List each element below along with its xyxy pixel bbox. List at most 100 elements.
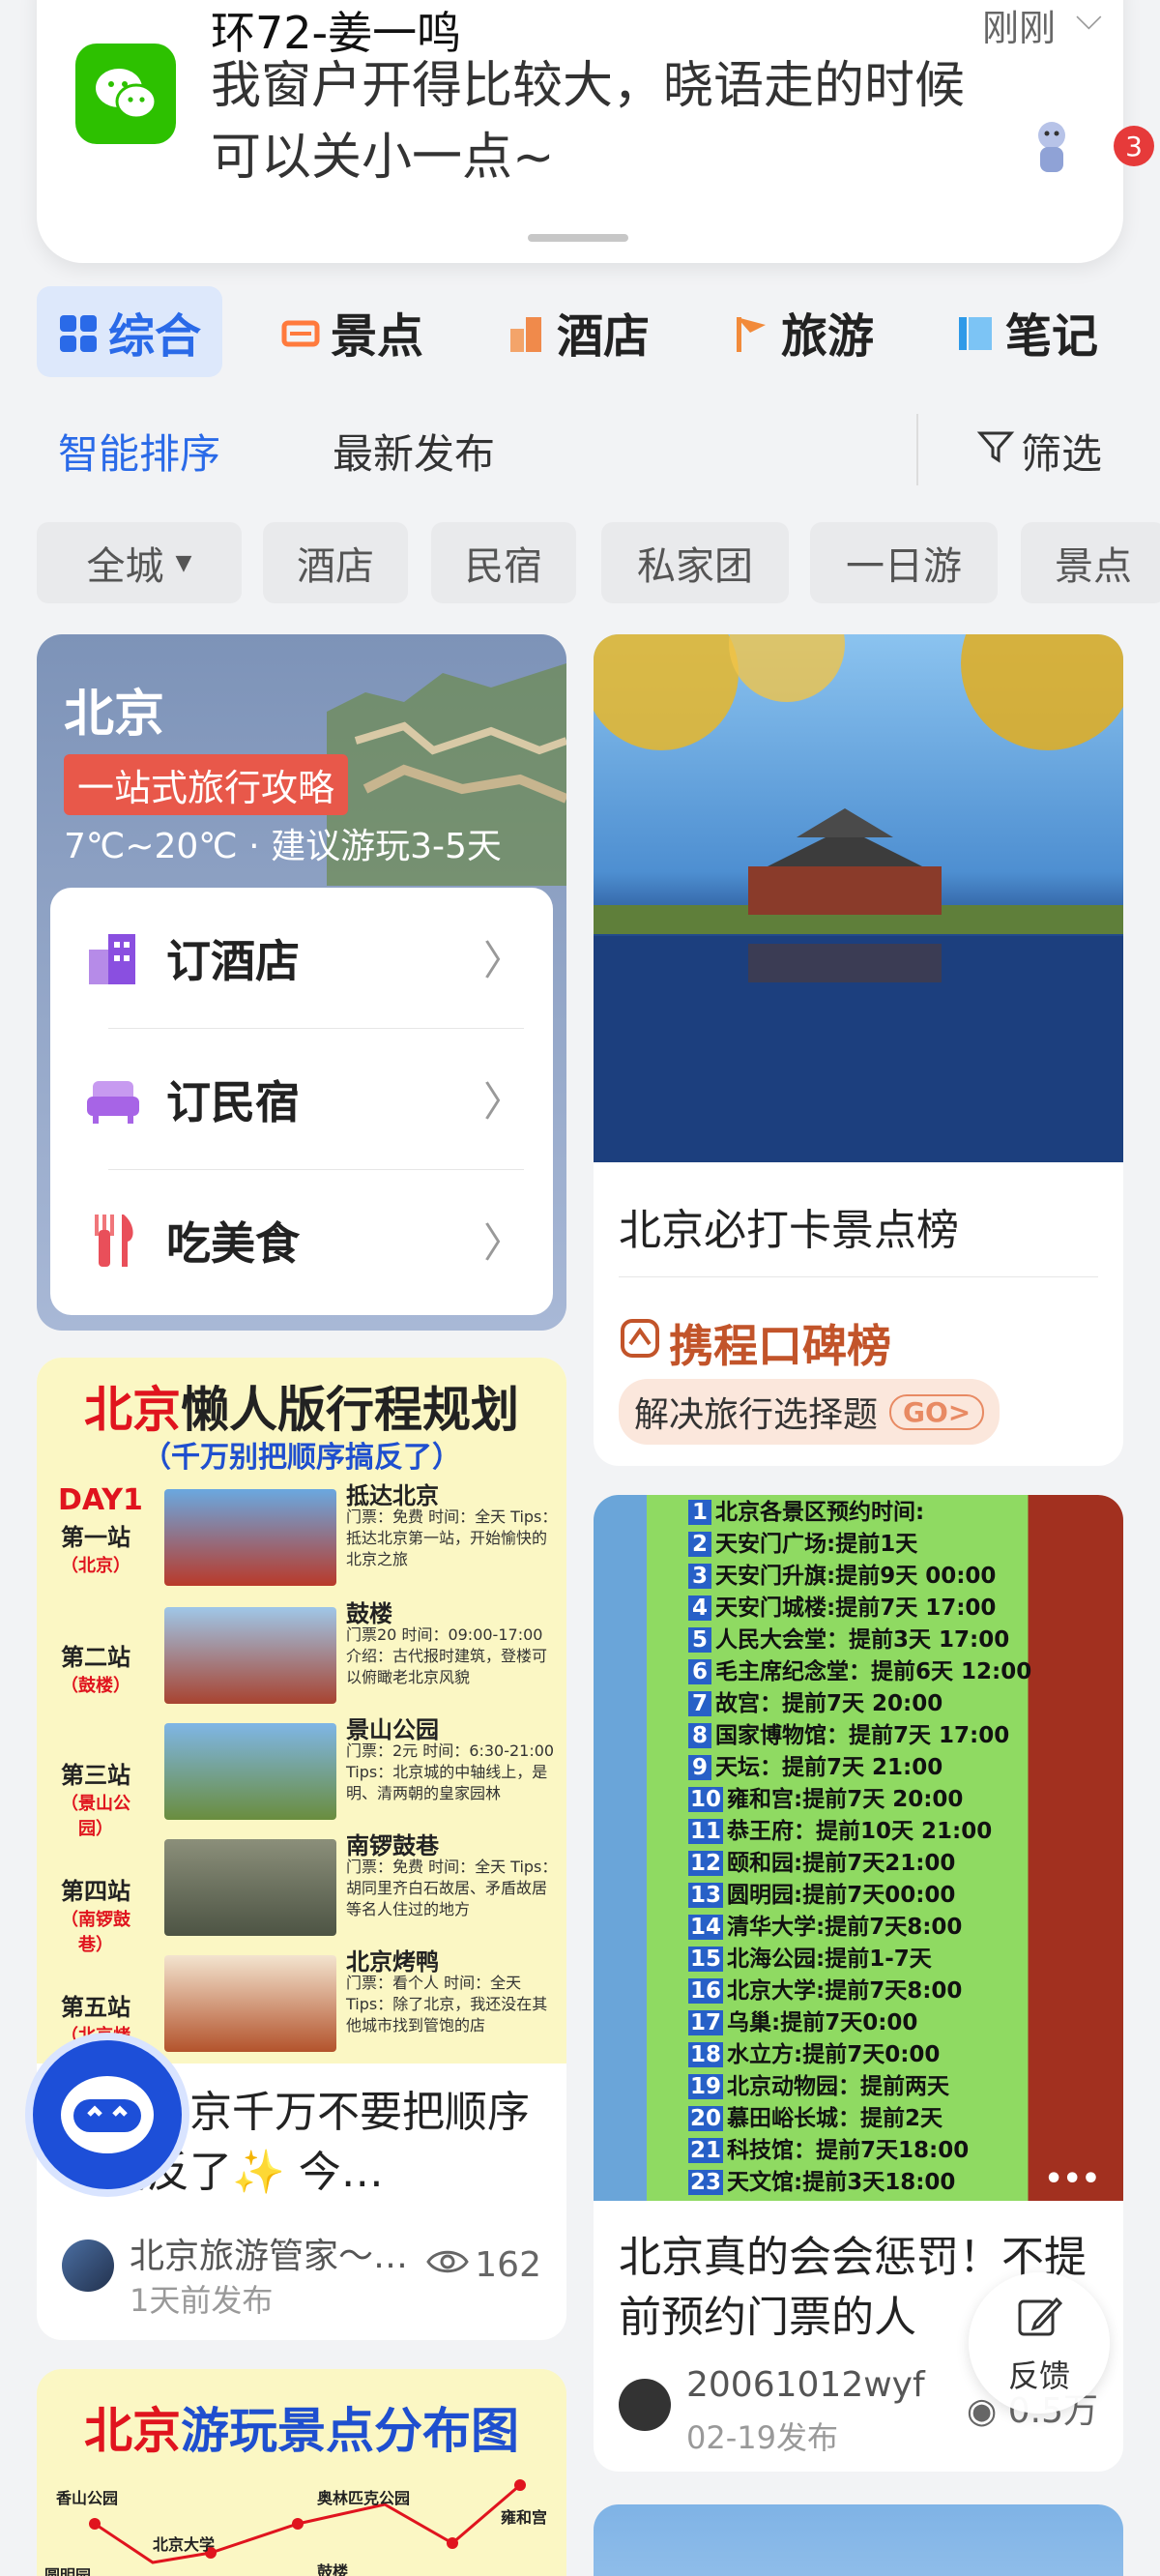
stop-label: 第五站 xyxy=(61,1994,130,2021)
stop-place: （南锣鼓巷） xyxy=(61,1910,130,1955)
wechat-icon xyxy=(75,44,176,144)
reservation-line: 5 人民大会堂：提前3天 17:00 xyxy=(688,1621,1009,1654)
line-text: 乌巢:提前7天0:00 xyxy=(727,2010,918,2035)
line-text: 人民大会堂：提前3天 17:00 xyxy=(715,1627,1010,1653)
line-text: 北京动物园：提前两天 xyxy=(727,2074,950,2099)
ticket-icon xyxy=(280,311,321,352)
forbidden-city-image xyxy=(594,634,1123,1162)
chip-private-tour[interactable]: 私家团 xyxy=(601,522,789,603)
view-count: 162 xyxy=(426,2245,541,2285)
map-label: 圆明园 xyxy=(44,2566,92,2576)
tab-all[interactable]: 综合 xyxy=(37,286,223,377)
sofa-icon xyxy=(83,1069,143,1129)
chevron-down-icon[interactable]: ⌵ xyxy=(1076,0,1102,39)
line-text: 雍和宫:提前7天 20:00 xyxy=(727,1787,964,1812)
reservation-line: 15 北海公园:提前1-7天 xyxy=(688,1940,932,1973)
stop-info: 北京烤鸭 门票：看个人 时间：全天 Tips：除了北京，我还没在其他城市找到管饱的… xyxy=(346,1950,559,2036)
stop-place: （景山公园） xyxy=(61,1794,130,1839)
tab-tours[interactable]: 旅游 xyxy=(731,286,874,377)
stop-photo xyxy=(164,1489,336,1586)
stop-label: 第一站 xyxy=(61,1524,130,1551)
feedback-button[interactable]: 反馈 xyxy=(969,2272,1110,2414)
avatar[interactable] xyxy=(62,2239,114,2292)
map-label: 香山公园 xyxy=(56,2489,119,2507)
line-number: 23 xyxy=(688,2170,724,2195)
map-label: 北京大学 xyxy=(153,2535,216,2554)
food-item[interactable]: 吃美食 〉 xyxy=(50,1170,553,1310)
ai-assistant-button[interactable] xyxy=(25,2033,189,2197)
food-label: 吃美食 xyxy=(166,1216,300,1270)
line-number: 9 xyxy=(688,1755,711,1780)
line-text: 天坛：提前7天 21:00 xyxy=(715,1755,943,1780)
route-map xyxy=(89,2479,526,2564)
map-title-city: 北京 xyxy=(84,2403,181,2459)
chip-city[interactable]: 全城 ▼ xyxy=(37,522,242,603)
tab-hotels[interactable]: 酒店 xyxy=(507,286,650,377)
itinerary-poster: 北京懒人版行程规划 （千万别把顺序搞反了） DAY1 第一站 （北京） 抵达北京门… xyxy=(37,1358,566,2071)
stop-photo xyxy=(164,1955,336,2052)
avatar[interactable] xyxy=(619,2379,671,2431)
go-button[interactable]: GO> xyxy=(889,1393,985,1430)
book-homestay-item[interactable]: 订民宿 〉 xyxy=(50,1029,553,1169)
stop-details: 门票：免费 时间：全天 Tips：胡同里齐白石故居、矛盾故居等名人住过的地方 xyxy=(346,1858,558,1918)
poster-title-text: 懒人版行程规划 xyxy=(181,1382,519,1438)
poster-day: DAY1 xyxy=(58,1483,143,1517)
author-name[interactable]: 20061012wyf xyxy=(686,2365,925,2405)
reservation-line: 11 恭王府：提前10天 21:00 xyxy=(688,1812,992,1845)
chip-homestay[interactable]: 民宿 xyxy=(431,522,576,603)
line-text: 水立方:提前7天0:00 xyxy=(727,2042,941,2067)
reservation-line: 1 北京各景区预约时间: xyxy=(688,1495,924,1526)
sights-map-card[interactable]: 北京游玩景点分布图 香山公园 奥林匹克公园 雍和宫 北京大学 圆明园 鼓楼 xyxy=(37,2369,566,2576)
chip-hotel[interactable]: 酒店 xyxy=(263,522,408,603)
line-text: 国家博物馆：提前7天 17:00 xyxy=(715,1723,1010,1748)
line-text: 颐和园:提前7天21:00 xyxy=(727,1851,956,1876)
book-hotel-item[interactable]: 订酒店 〉 xyxy=(50,888,553,1028)
stop-1: 第一站 （北京） xyxy=(52,1518,139,1577)
category-tabs: 综合 景点 酒店 旅游 笔记 xyxy=(0,286,1160,377)
tab-notes[interactable]: 笔记 xyxy=(955,286,1098,377)
filter-button[interactable]: 筛选 xyxy=(976,422,1102,481)
map-label: 鼓楼 xyxy=(317,2562,349,2576)
line-text: 天文馆:提前3天18:00 xyxy=(727,2170,956,2195)
notification-banner[interactable]: 环72-姜一鸣 刚刚 ⌵ 我窗户开得比较大，晓语走的时候可以关小一点~ xyxy=(37,0,1123,263)
line-number: 14 xyxy=(688,1915,724,1940)
stop-name: 鼓楼 xyxy=(346,1600,392,1627)
sort-latest[interactable]: 最新发布 xyxy=(333,422,495,481)
line-text: 故宫：提前7天 20:00 xyxy=(715,1691,943,1716)
eye-icon xyxy=(426,2245,470,2285)
ranking-cta[interactable]: 解决旅行选择题 GO> xyxy=(619,1379,1000,1445)
beijing-guide-card[interactable]: 北京 一站式旅行攻略 7℃~20℃ · 建议游玩3-5天 订酒店 〉 订民宿 〉… xyxy=(37,634,566,1331)
stop-2: 第二站 （鼓楼） xyxy=(52,1638,139,1697)
line-text: 恭王府：提前10天 21:00 xyxy=(727,1819,993,1844)
line-text: 毛主席纪念堂：提前6天 12:00 xyxy=(715,1659,1032,1684)
next-note-card[interactable] xyxy=(594,2504,1123,2576)
line-number: 5 xyxy=(688,1627,711,1653)
poster-title: 北京懒人版行程规划 xyxy=(37,1371,566,1441)
line-number: 10 xyxy=(688,1787,724,1812)
reservation-list-image: 1 北京各景区预约时间: 2 天安门广场:提前1天 3 天安门升旗:提前9天 00:00 4… xyxy=(594,1495,1123,2201)
stop-name: 南锣鼓巷 xyxy=(346,1832,439,1859)
tab-sights[interactable]: 景点 xyxy=(280,286,423,377)
post-date: 1天前发布 xyxy=(130,2282,274,2319)
author-name[interactable]: 北京旅游管家～… xyxy=(130,2228,408,2278)
tab-hotels-label: 酒店 xyxy=(557,309,651,364)
caret-down-icon: ▼ xyxy=(175,550,192,575)
book-homestay-label: 订民宿 xyxy=(166,1075,300,1128)
ctrip-logo-icon xyxy=(619,1317,661,1370)
ranking-subtitle: 解决旅行选择题 xyxy=(634,1395,879,1435)
chip-day-trip[interactable]: 一日游 xyxy=(810,522,998,603)
stop-details: 门票：免费 时间：全天 Tips：抵达北京第一站，开始愉快的北京之旅 xyxy=(346,1508,558,1568)
drag-handle[interactable] xyxy=(528,234,628,242)
edit-icon xyxy=(1014,2292,1064,2350)
sort-smart[interactable]: 智能排序 xyxy=(58,422,220,481)
chip-sights[interactable]: 景点 xyxy=(1021,522,1160,603)
stop-photo xyxy=(164,1839,336,1936)
more-icon[interactable]: ••• xyxy=(1044,2162,1100,2196)
stop-photo xyxy=(164,1723,336,1820)
stop-place: （北京） xyxy=(61,1556,130,1576)
line-text: 慕田峪长城：提前2天 xyxy=(727,2106,943,2131)
top-sights-card[interactable]: 北京必打卡景点榜 携程口碑榜 解决旅行选择题 GO> xyxy=(594,634,1123,1466)
reservation-line: 7 故宫：提前7天 20:00 xyxy=(688,1684,942,1717)
poster-title-city: 北京 xyxy=(84,1382,181,1438)
building-icon xyxy=(507,311,547,352)
